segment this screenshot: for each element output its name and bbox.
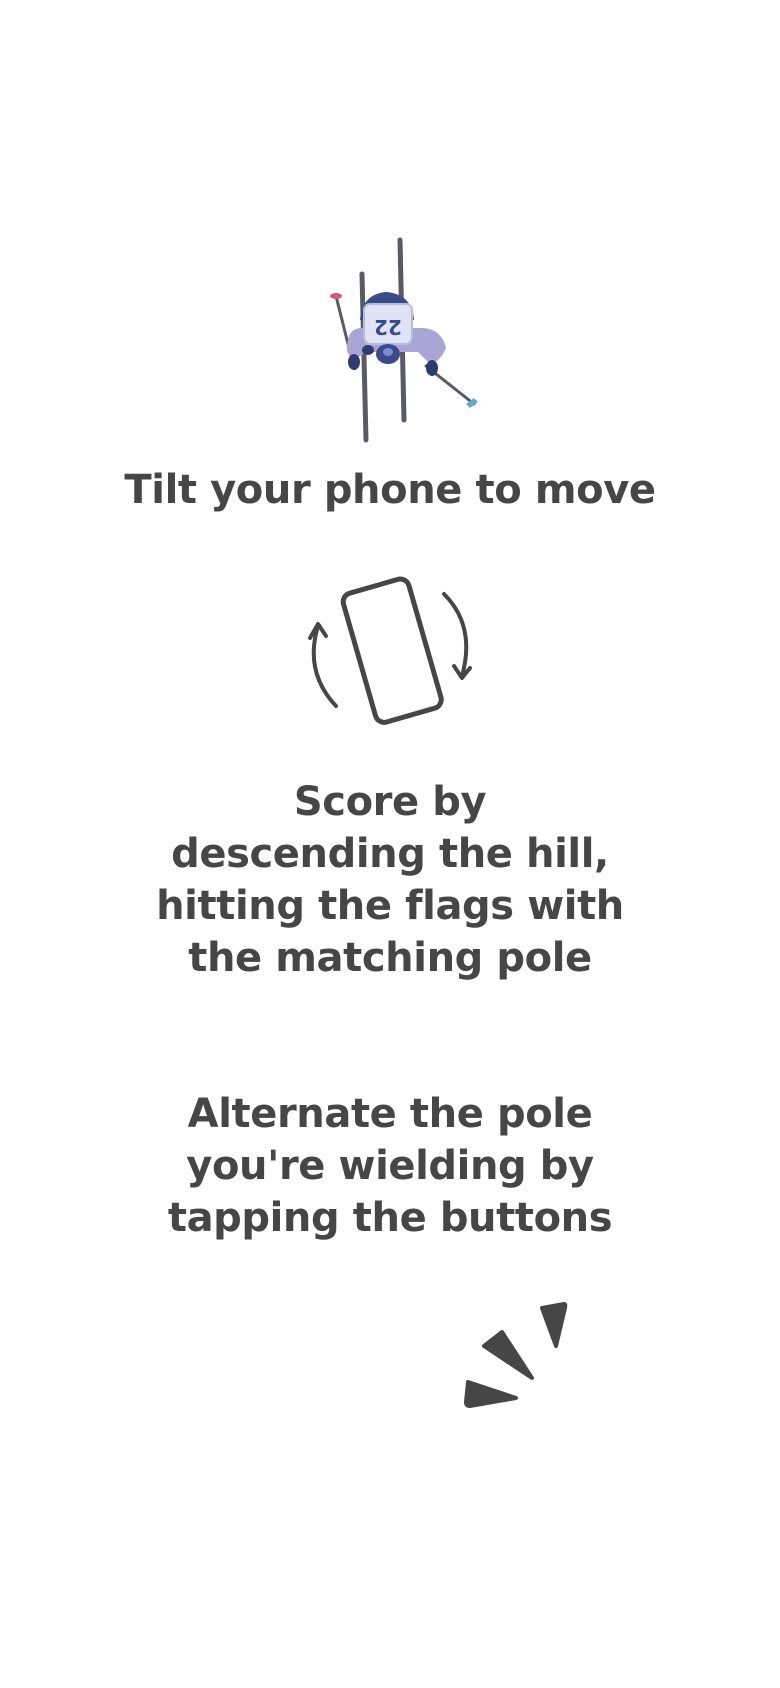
skier-icon: 22	[330, 237, 478, 443]
tilt-instruction: Tilt your phone to move	[124, 467, 656, 513]
tilt-phone-illustration	[298, 566, 484, 732]
alternate-instruction: Alternate the pole you're wielding by ta…	[167, 1091, 613, 1241]
tilt-phone-icon	[308, 576, 472, 725]
score-instruction: Score by descending the hill, hitting th…	[156, 779, 624, 981]
tap-icon	[464, 1302, 568, 1408]
tap-illustration	[460, 1302, 578, 1410]
bib-number: 22	[374, 315, 402, 339]
skier-illustration: 22	[320, 232, 480, 452]
